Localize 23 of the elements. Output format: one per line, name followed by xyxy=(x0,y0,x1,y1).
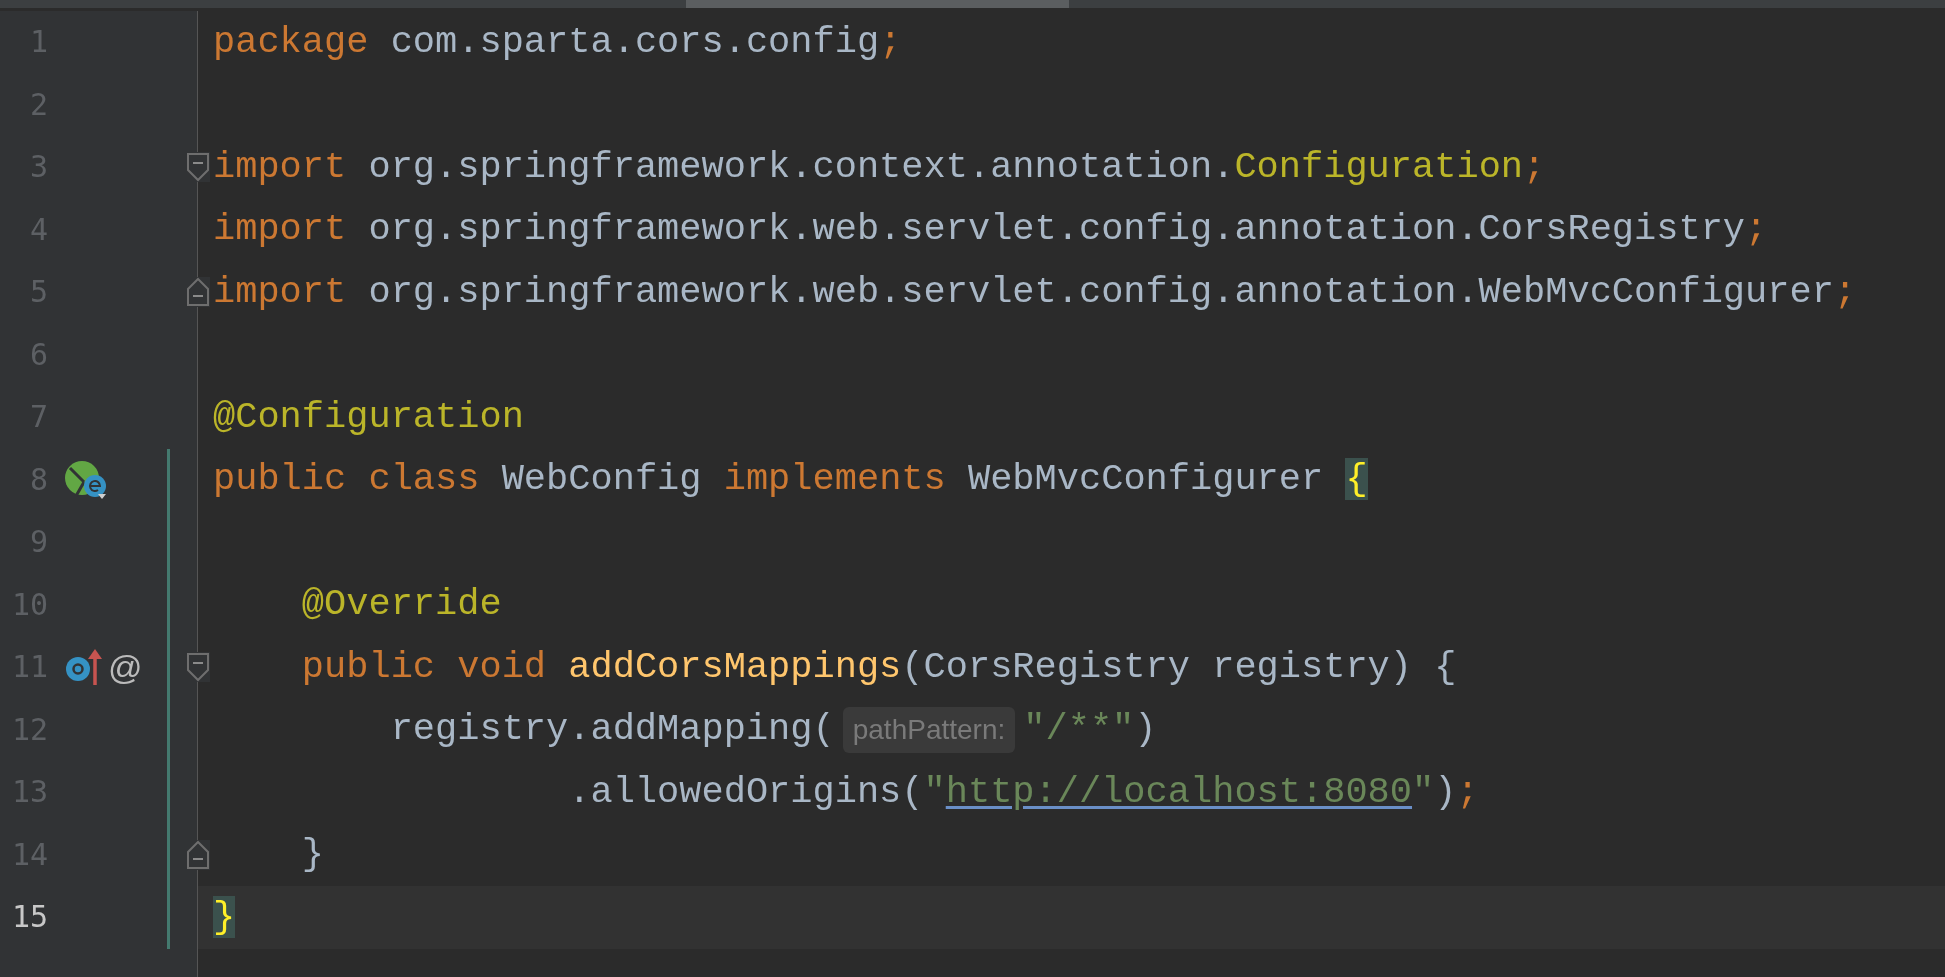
code-line: import org.springframework.web.servlet.config.annotation.CorsRegistry; xyxy=(213,207,1768,252)
code-line: "/**") xyxy=(1023,707,1157,752)
fold-marker-icon[interactable] xyxy=(186,839,210,870)
annotation-marker: @ xyxy=(108,650,143,685)
fold-marker-icon[interactable] xyxy=(186,152,210,182)
code-line: public void addCorsMappings(CorsRegistry registry) { xyxy=(300,644,1457,690)
fold-marker-icon[interactable] xyxy=(186,277,210,307)
code-line: package com.sparta.cors.config; xyxy=(213,19,902,65)
code-line: import org.springframework.context.annotation.Configuration; xyxy=(213,144,1546,190)
code-line: @Override xyxy=(300,582,502,627)
code-line: @Configuration xyxy=(213,394,524,440)
code-line: public class WebConfig implements WebMvcConfigurer { xyxy=(213,457,1368,502)
fold-marker-icon[interactable] xyxy=(186,652,210,682)
code-line: .allowedOrigins("http://localhost:8080"); xyxy=(567,769,1479,815)
code-line: import org.springframework.web.servlet.config.annotation.WebMvcConfigurer; xyxy=(213,269,1857,315)
implements-method-icon[interactable] xyxy=(64,647,102,688)
horizontal-scrollbar[interactable] xyxy=(0,0,1945,8)
parameter-hint: pathPattern: xyxy=(842,706,1016,753)
code-line: registry.addMapping( xyxy=(389,707,835,752)
line-number: 15 xyxy=(10,902,48,933)
code-line: } xyxy=(300,832,325,877)
scrollbar-thumb[interactable] xyxy=(686,0,1069,8)
link[interactable]: http://localhost:8080 xyxy=(945,770,1412,813)
